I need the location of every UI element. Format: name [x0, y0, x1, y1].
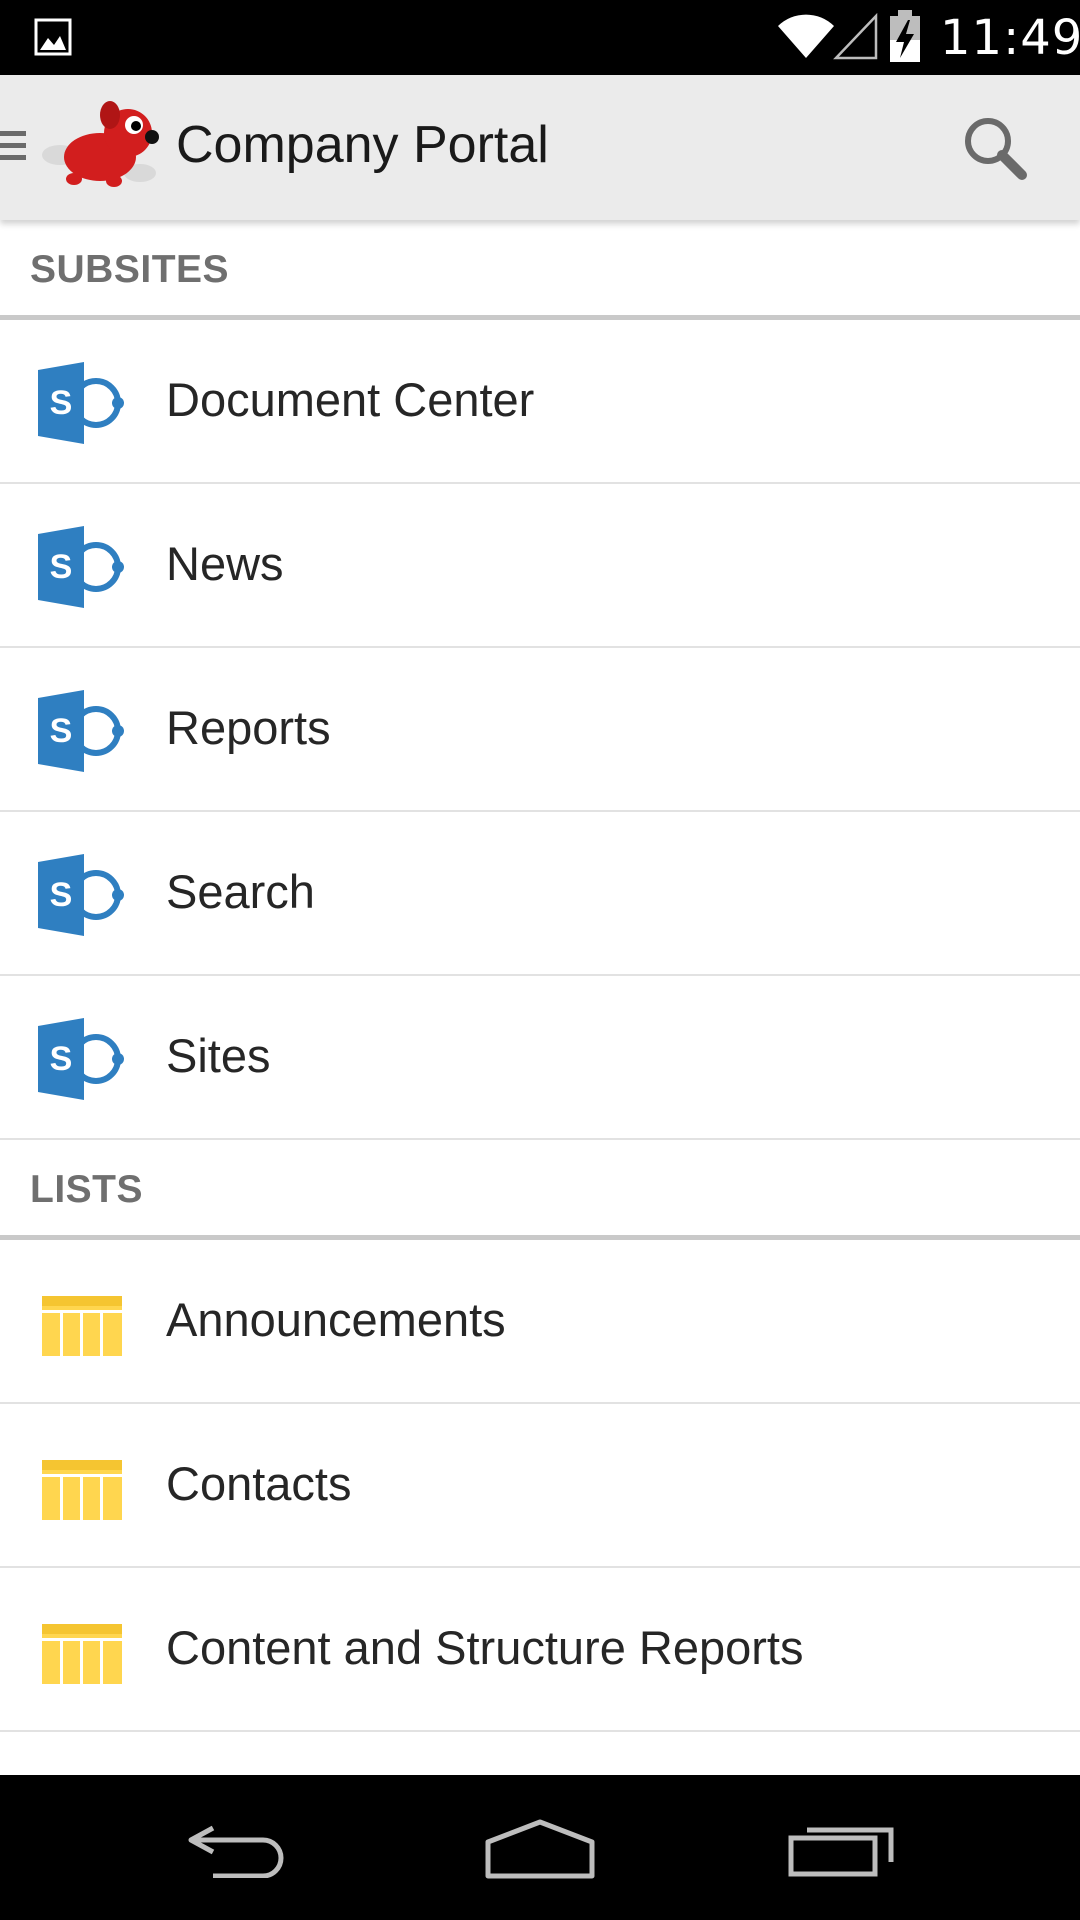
list-item-label: Sites [166, 1029, 271, 1082]
battery-charging-icon [888, 10, 922, 69]
subsite-item-news[interactable]: S News [0, 484, 1080, 648]
subsite-item-reports[interactable]: S Reports [0, 648, 1080, 812]
sharepoint-site-icon: S [36, 360, 126, 446]
sharepoint-site-icon: S [36, 852, 126, 938]
sharepoint-site-icon: S [36, 1016, 126, 1102]
signal-icon [832, 12, 880, 67]
section-header-lists: LISTS [0, 1140, 1080, 1240]
navigation-bar [0, 1775, 1080, 1920]
subsite-item-search[interactable]: S Search [0, 812, 1080, 976]
svg-text:S: S [50, 384, 73, 422]
list-table-icon [36, 1280, 126, 1366]
gallery-notification-icon [34, 18, 72, 61]
recents-button[interactable] [782, 1815, 902, 1885]
list-item-label: Contacts [166, 1457, 352, 1510]
list-item-label: News [166, 537, 284, 590]
list-item-content-and-structure-reports[interactable]: Content and Structure Reports [0, 1568, 1080, 1732]
status-clock: 11:49 [940, 10, 1080, 66]
content-list[interactable]: SUBSITES S Document Center S News S Repo… [0, 220, 1080, 1775]
action-bar: Company Portal [0, 75, 1080, 220]
list-item-announcements[interactable]: Announcements [0, 1240, 1080, 1404]
list-item-contacts[interactable]: Contacts [0, 1404, 1080, 1568]
list-item-label: Document Center [166, 373, 535, 426]
search-icon [960, 113, 1030, 188]
list-item-label: Search [166, 865, 315, 918]
list-item-label: Reports [166, 701, 331, 754]
svg-text:S: S [50, 548, 73, 586]
list-table-icon [36, 1608, 126, 1694]
svg-text:S: S [50, 712, 73, 750]
search-button[interactable] [950, 105, 1040, 195]
status-bar: 11:49 [0, 0, 1080, 75]
sharepoint-site-icon: S [36, 688, 126, 774]
home-button[interactable] [480, 1815, 600, 1885]
sharepoint-site-icon: S [36, 524, 126, 610]
back-button[interactable] [178, 1815, 298, 1885]
list-table-icon [36, 1444, 126, 1530]
section-header-label: SUBSITES [30, 248, 230, 291]
drawer-icon[interactable] [0, 127, 30, 172]
list-item-label: Content and Structure Reports [166, 1621, 804, 1674]
list-item-label: Announcements [166, 1293, 506, 1346]
app-logo-dog-icon[interactable] [40, 95, 170, 200]
section-header-label: LISTS [30, 1168, 144, 1211]
subsite-item-sites[interactable]: S Sites [0, 976, 1080, 1140]
recents-icon [787, 1818, 897, 1883]
section-header-subsites: SUBSITES [0, 220, 1080, 320]
home-icon [480, 1816, 600, 1885]
wifi-icon [776, 12, 836, 67]
app-title: Company Portal [176, 116, 549, 174]
back-icon [183, 1818, 293, 1883]
svg-text:S: S [50, 1040, 73, 1078]
svg-text:S: S [50, 876, 73, 914]
subsite-item-document-center[interactable]: S Document Center [0, 320, 1080, 484]
